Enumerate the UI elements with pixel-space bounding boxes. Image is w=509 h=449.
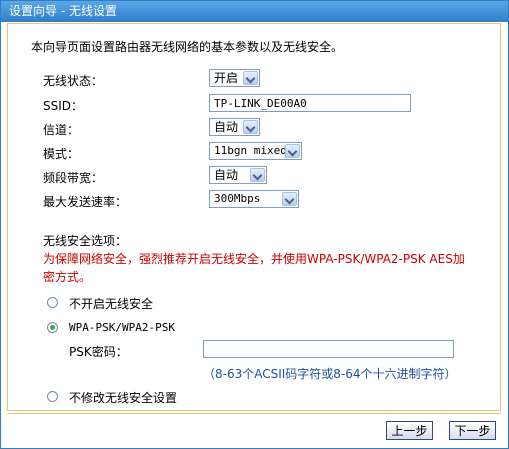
wpa-psk-label: WPA-PSK/WPA2-PSK — [69, 321, 175, 334]
mode-label: 模式： — [43, 147, 80, 161]
security-off-label: 不开启无线安全 — [69, 297, 154, 311]
bandwidth-label: 频段带宽： — [43, 171, 104, 185]
channel-select[interactable]: 自动 — [209, 118, 260, 136]
security-heading: 无线安全选项： — [43, 234, 128, 248]
max-rate-select[interactable]: 300Mbps — [209, 190, 299, 208]
chevron-down-icon — [243, 120, 258, 134]
footer-divider — [7, 413, 501, 414]
security-warning: 为保障网络安全，强烈推荐开启无线安全，并使用WPA-PSK/WPA2-PSK A… — [43, 252, 465, 284]
channel-label: 信道： — [43, 123, 80, 137]
mode-value: 11bgn mixed — [214, 144, 287, 157]
no-change-label: 不修改无线安全设置 — [69, 391, 178, 405]
window-title: 设置向导 - 无线设置 — [1, 1, 508, 22]
mode-select[interactable]: 11bgn mixed — [209, 142, 302, 160]
ssid-input[interactable] — [209, 94, 411, 112]
chevron-down-icon — [243, 71, 258, 85]
psk-hint: （8-63个ACSII码字符或8-64个十六进制字符） — [203, 367, 457, 381]
chevron-down-icon — [285, 144, 300, 158]
psk-password-input[interactable] — [203, 340, 454, 358]
radio-no-change[interactable] — [47, 391, 58, 402]
chevron-down-icon — [282, 192, 297, 206]
prev-button[interactable]: 上一步 — [386, 421, 433, 440]
wireless-status-value: 开启 — [214, 71, 239, 85]
intro-text: 本向导页面设置路由器无线网络的基本参数以及无线安全。 — [31, 40, 344, 54]
next-button[interactable]: 下一步 — [449, 421, 496, 440]
wireless-status-select[interactable]: 开启 — [209, 69, 260, 87]
ssid-label: SSID： — [43, 99, 84, 113]
radio-wpa-psk[interactable] — [47, 322, 58, 333]
bandwidth-value: 自动 — [214, 168, 239, 182]
wizard-window: 设置向导 - 无线设置 本向导页面设置路由器无线网络的基本参数以及无线安全。 无… — [0, 0, 509, 449]
chevron-down-icon — [250, 168, 265, 182]
max-rate-label: 最大发送速率： — [43, 195, 128, 209]
radio-security-off[interactable] — [47, 297, 58, 308]
channel-value: 自动 — [214, 120, 239, 134]
max-rate-value: 300Mbps — [214, 192, 261, 205]
psk-password-label: PSK密码： — [69, 345, 128, 359]
wireless-status-label: 无线状态： — [43, 74, 104, 88]
bandwidth-select[interactable]: 自动 — [209, 166, 267, 184]
